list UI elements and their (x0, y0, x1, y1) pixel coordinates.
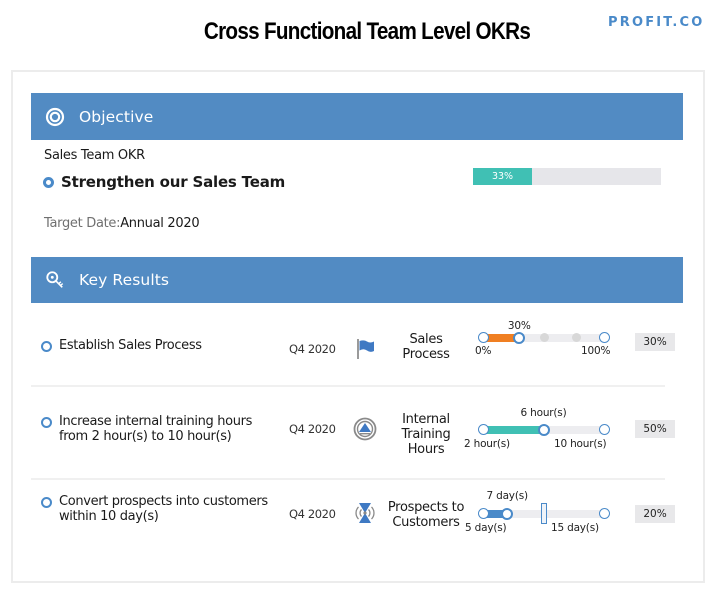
slider-current-knob[interactable] (537, 423, 550, 436)
kr-progress-slider[interactable]: 6 hour(s) 2 hour(s) 10 hour(s) (464, 407, 613, 450)
slider-end-label: 100% (581, 345, 611, 357)
kr-title-text: Convert prospects into customers within … (59, 494, 268, 524)
kr-quarter: Q4 2020 (289, 342, 336, 356)
key-icon (45, 270, 65, 290)
key-result-row[interactable]: Increase internal training hours from 2 … (31, 404, 675, 474)
flag-icon (353, 337, 377, 361)
kr-metric: Sales Process (381, 332, 471, 362)
slider-target-marker (540, 503, 547, 524)
kr-title-line1: Increase internal training hours (59, 414, 253, 429)
key-results-header: Key Results (31, 257, 683, 303)
kr-title: Establish Sales Process (41, 338, 202, 353)
signal-hourglass-icon (353, 501, 377, 525)
kr-progress-badge: 20% (635, 505, 675, 523)
row-divider (31, 385, 665, 387)
kr-progress-badge: 50% (635, 420, 675, 438)
slider-start-knob (477, 508, 489, 519)
kr-metric-line1: Prospects to (387, 500, 465, 515)
kr-title-line2: within 10 day(s) (59, 509, 159, 524)
kr-title-text: Establish Sales Process (59, 338, 202, 353)
page-title: Cross Functional Team Level OKRs (203, 18, 531, 45)
slider-milestone-dot (572, 333, 581, 342)
target-icon (45, 107, 65, 127)
kr-title-line1: Establish Sales Process (59, 338, 202, 353)
kr-progress-slider[interactable]: 7 day(s) 5 day(s) 15 day(s) (465, 490, 613, 534)
increase-arrow-icon (353, 417, 377, 441)
target-date-label: Target Date: (44, 216, 121, 231)
key-results-header-label: Key Results (79, 271, 170, 289)
slider-end-label: 15 day(s) (551, 522, 599, 534)
slider-start-knob (477, 332, 489, 343)
objective-bullet-icon (43, 176, 54, 188)
kr-title: Convert prospects into customers within … (41, 494, 268, 524)
kr-title-text: Increase internal training hours from 2 … (59, 414, 252, 444)
kr-title-line1: Convert prospects into customers (59, 494, 268, 509)
slider-start-label: 0% (475, 345, 492, 357)
slider-current-knob[interactable] (513, 331, 526, 344)
slider-end-knob (598, 424, 610, 435)
slider-current-knob[interactable] (501, 507, 514, 520)
slider-end-knob (598, 332, 610, 343)
kr-title-line2: from 2 hour(s) to 10 hour(s) (59, 429, 232, 444)
slider-end-knob (598, 508, 610, 519)
slider-current-label: 30% (507, 320, 531, 332)
objective-progress-label: 33% (491, 171, 514, 182)
kr-metric-line2: Customers (392, 515, 460, 530)
kr-progress-slider[interactable]: 30% 0% 100% (473, 318, 613, 358)
key-result-row[interactable]: Establish Sales Process Q4 2020 Sales Pr… (31, 318, 675, 384)
kr-metric-line1: Sales (409, 332, 443, 347)
slider-start-label: 5 day(s) (465, 522, 507, 534)
kr-metric-line2: Training (401, 427, 451, 442)
kr-quarter: Q4 2020 (289, 507, 336, 521)
target-date-value: Annual 2020 (120, 216, 200, 231)
kr-metric-line2: Process (402, 347, 450, 362)
kr-metric-line1: Internal (402, 412, 450, 427)
team-label: Sales Team OKR (44, 148, 145, 163)
row-divider (31, 478, 665, 480)
slider-milestone-dot (540, 333, 549, 342)
brand-logo: PROFIT.CO (608, 15, 705, 30)
objective-header-label: Objective (79, 107, 154, 126)
kr-progress-badge: 30% (635, 333, 675, 351)
slider-fill (483, 426, 544, 434)
slider-start-knob (477, 424, 489, 435)
kr-title: Increase internal training hours from 2 … (41, 414, 252, 444)
slider-current-label: 7 day(s) (486, 490, 528, 502)
slider-current-label: 6 hour(s) (520, 407, 567, 419)
objective-title-text: Strengthen our Sales Team (61, 173, 286, 191)
slider-end-label: 10 hour(s) (554, 438, 607, 450)
kr-metric: Prospects to Customers (381, 500, 471, 530)
kr-bullet-icon (41, 497, 52, 508)
kr-bullet-icon (41, 417, 52, 428)
objective-progress-bar: 33% (473, 168, 661, 185)
kr-metric: Internal Training Hours (381, 412, 471, 457)
key-result-row[interactable]: Convert prospects into customers within … (31, 488, 675, 548)
objective-title[interactable]: Strengthen our Sales Team (43, 173, 285, 191)
kr-metric-line3: Hours (407, 442, 445, 457)
kr-quarter: Q4 2020 (289, 422, 336, 436)
target-date: Target Date:Annual 2020 (44, 216, 200, 231)
objective-header: Objective (31, 93, 683, 140)
kr-bullet-icon (41, 341, 52, 352)
slider-start-label: 2 hour(s) (464, 438, 510, 450)
